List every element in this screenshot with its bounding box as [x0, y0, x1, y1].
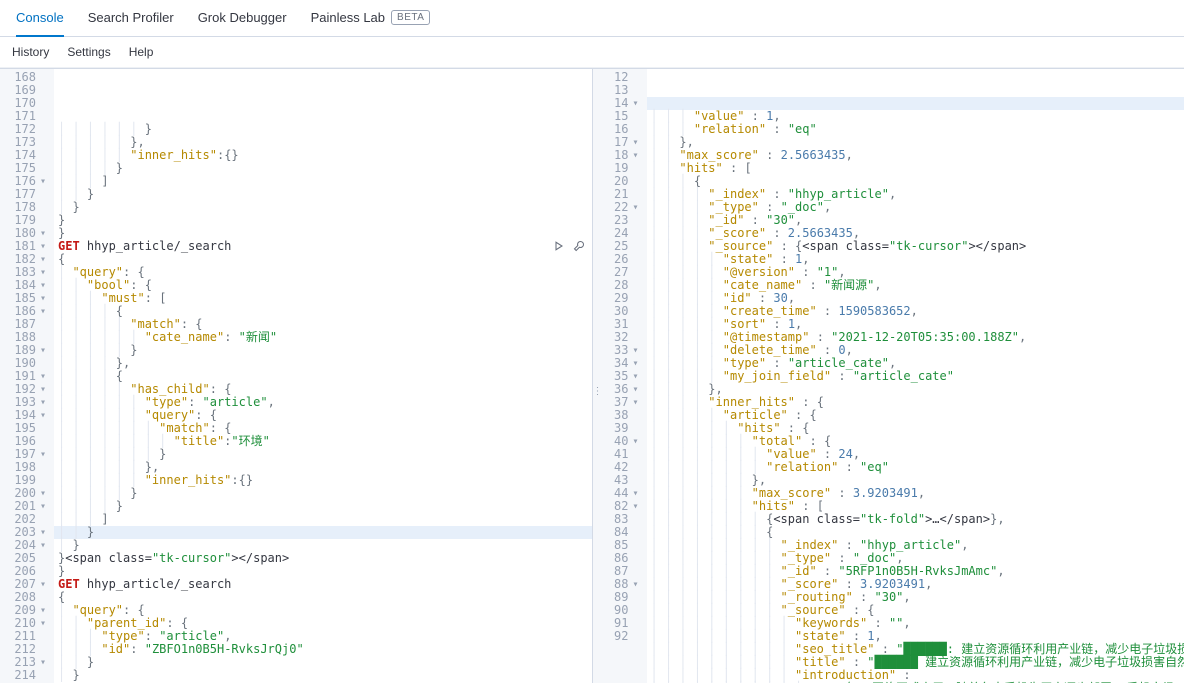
- request-code[interactable]: │ │ │ │ │ │ }│ │ │ │ │ },│ │ │ │ │ "inne…: [54, 69, 592, 683]
- subtab-settings[interactable]: Settings: [67, 45, 110, 59]
- tab-painless-label: Painless Lab: [311, 10, 385, 25]
- dev-tools-tabs: Console Search Profiler Grok Debugger Pa…: [0, 0, 1184, 37]
- subtab-history[interactable]: History: [12, 45, 49, 59]
- fold-gutter[interactable]: ▾ ▾▾ ▾ ▾▾▾▾▾ ▾ ▾▾ ▾: [633, 69, 647, 683]
- tab-painless-lab[interactable]: Painless Lab BETA: [311, 0, 431, 37]
- tab-search-profiler[interactable]: Search Profiler: [88, 0, 174, 37]
- send-request-icon[interactable]: [552, 239, 566, 252]
- subtab-help[interactable]: Help: [129, 45, 154, 59]
- line-gutter: 1213141516171819202122232425262728293031…: [593, 69, 633, 683]
- tab-console[interactable]: Console: [16, 0, 64, 37]
- request-actions: [552, 239, 586, 252]
- editor-panes: 1681691701711721731741751761771781791801…: [0, 68, 1184, 683]
- wrench-icon[interactable]: [572, 239, 586, 252]
- pane-splitter[interactable]: ⋮⋮: [593, 376, 597, 406]
- tab-grok-debugger[interactable]: Grok Debugger: [198, 0, 287, 37]
- console-subtabs: History Settings Help: [0, 37, 1184, 68]
- line-gutter: 1681691701711721731741751761771781791801…: [0, 69, 40, 683]
- response-code[interactable]: │ │ │ "value" : 1,│ │ │ "relation" : "eq…: [647, 69, 1184, 683]
- fold-gutter[interactable]: ▾ ▾▾▾▾▾▾▾ ▾ ▾▾▾▾ ▾ ▾▾ ▾▾ ▾ ▾▾ ▾: [40, 69, 54, 683]
- request-editor[interactable]: 1681691701711721731741751761771781791801…: [0, 69, 593, 683]
- beta-badge: BETA: [391, 10, 430, 25]
- response-viewer[interactable]: ⋮⋮ 1213141516171819202122232425262728293…: [593, 69, 1184, 683]
